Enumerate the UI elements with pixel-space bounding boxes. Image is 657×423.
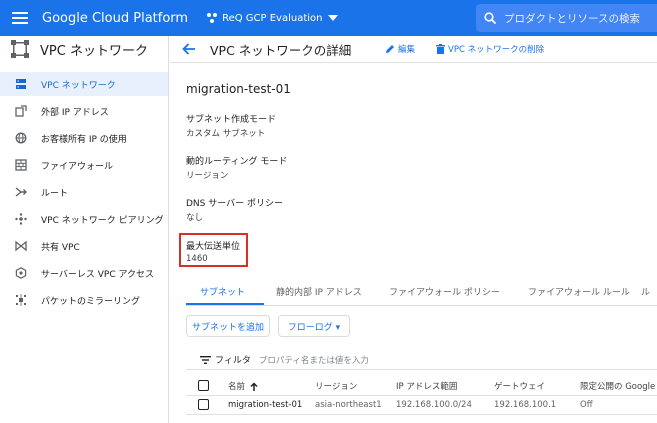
sidebar-item-label: VPC ネットワーク ピアリング <box>41 215 164 226</box>
sidebar-item-firewall[interactable]: ファイアウォール <box>0 153 168 177</box>
sidebar-item-packet-mirroring[interactable]: パケットのミラーリング <box>0 288 168 312</box>
dns-policy-label: DNS サーバー ポリシー <box>186 199 284 209</box>
sidebar-item-label: サーバーレス VPC アクセス <box>41 269 155 280</box>
packet-mirroring-icon <box>14 293 28 307</box>
sidebar-header: VPC ネットワーク <box>0 36 168 62</box>
search-icon <box>484 12 496 24</box>
project-name: ReQ GCP Evaluation <box>222 12 323 24</box>
shared-vpc-icon <box>14 239 28 253</box>
page-header: VPC ネットワークの詳細 編集 VPC ネットワークの削除 <box>170 36 657 62</box>
delete-vpc-button[interactable]: VPC ネットワークの削除 <box>436 43 544 55</box>
dropdown-arrow-icon <box>328 15 339 21</box>
sidebar: VPC ネットワーク VPC ネットワーク 外部 IP アドレス お客様所有 I… <box>0 36 169 423</box>
vpc-product-icon <box>11 40 29 58</box>
subnet-private-access: Off <box>580 400 593 410</box>
active-tab-indicator <box>186 303 264 305</box>
col-header-ip-range[interactable]: IP アドレス範囲 <box>396 380 457 392</box>
detail-tabs: サブネット 静的内部 IP アドレス ファイアウォール ポリシー ファイアウォー… <box>186 280 657 306</box>
subnet-gateway: 192.168.100.1 <box>494 400 557 410</box>
subnet-name-link[interactable]: migration-test-01 <box>228 400 302 410</box>
serverless-icon <box>14 266 28 280</box>
route-icon <box>14 185 28 199</box>
sidebar-item-byoip[interactable]: お客様所有 IP の使用 <box>0 126 168 150</box>
sidebar-item-label: VPC ネットワーク <box>41 80 116 91</box>
trash-icon <box>436 44 445 54</box>
peering-icon <box>14 212 28 226</box>
filter-bar[interactable]: フィルタ プロパティ名または値を入力 <box>200 353 369 366</box>
subnet-ip-range: 192.168.100.0/24 <box>396 400 472 410</box>
search-placeholder: プロダクトとリソースの検索 <box>504 12 640 25</box>
table-row-divider <box>186 414 657 415</box>
sidebar-item-label: パケットのミラーリング <box>41 296 141 307</box>
filter-placeholder: プロパティ名または値を入力 <box>258 355 369 366</box>
sidebar-item-routes[interactable]: ルート <box>0 180 168 204</box>
filter-icon <box>200 355 211 364</box>
sidebar-item-label: お客様所有 IP の使用 <box>41 134 127 145</box>
routing-mode-value: リージョン <box>186 171 229 181</box>
add-subnet-button[interactable]: サブネットを追加 <box>186 315 270 337</box>
tab-firewall-policies[interactable]: ファイアウォール ポリシー <box>389 285 500 298</box>
menu-icon <box>12 12 28 24</box>
subnet-mode-label: サブネット作成モード <box>186 115 277 125</box>
filter-label: フィルタ <box>215 356 251 366</box>
page-title: VPC ネットワークの詳細 <box>210 42 352 58</box>
sidebar-item-label: 外部 IP アドレス <box>41 107 109 118</box>
firewall-icon <box>14 158 28 172</box>
col-header-name-label: 名前 <box>228 382 246 392</box>
routing-mode-label: 動的ルーティング モード <box>186 157 288 167</box>
table-header-divider <box>186 395 657 396</box>
vpc-network-icon <box>14 77 28 91</box>
mtu-highlight-box <box>179 233 248 267</box>
col-header-region[interactable]: リージョン <box>315 380 357 392</box>
external-ip-icon <box>14 104 28 118</box>
search-bar[interactable]: プロダクトとリソースの検索 <box>476 4 657 32</box>
header-divider <box>170 62 657 63</box>
subnet-region: asia-northeast1 <box>315 400 382 410</box>
edit-label: 編集 <box>398 45 416 55</box>
brand-title[interactable]: Google Cloud Platform <box>42 11 188 26</box>
dns-policy-value: なし <box>186 213 204 223</box>
sort-arrow-up-icon <box>250 381 258 391</box>
select-all-checkbox[interactable] <box>198 380 209 391</box>
sidebar-item-label: ルート <box>41 188 69 199</box>
delete-label: VPC ネットワークの削除 <box>448 45 545 55</box>
sidebar-item-shared-vpc[interactable]: 共有 VPC <box>0 234 168 258</box>
tab-static-internal-ip[interactable]: 静的内部 IP アドレス <box>276 285 362 298</box>
byoip-icon <box>14 131 28 145</box>
tab-subnets[interactable]: サブネット <box>200 285 245 298</box>
sidebar-item-peering[interactable]: VPC ネットワーク ピアリング <box>0 207 168 231</box>
sidebar-item-external-ip[interactable]: 外部 IP アドレス <box>0 99 168 123</box>
hamburger-menu-button[interactable] <box>0 0 40 36</box>
network-name: migration-test-01 <box>186 82 291 96</box>
col-header-private-google-access[interactable]: 限定公開の Google ア <box>580 380 657 392</box>
subnet-mode-value: カスタム サブネット <box>186 129 266 139</box>
sidebar-item-serverless-vpc-access[interactable]: サーバーレス VPC アクセス <box>0 261 168 285</box>
sidebar-item-label: 共有 VPC <box>41 242 80 253</box>
back-arrow-icon[interactable] <box>182 42 196 56</box>
edit-button[interactable]: 編集 <box>385 43 415 55</box>
col-header-name[interactable]: 名前 <box>228 380 258 392</box>
project-icon <box>207 13 218 23</box>
pencil-icon <box>386 45 394 53</box>
project-selector[interactable]: ReQ GCP Evaluation <box>206 12 342 24</box>
flow-logs-button[interactable]: フローログ ▾ <box>278 315 350 337</box>
filter-divider <box>186 369 657 370</box>
sidebar-item-vpc-network[interactable]: VPC ネットワーク <box>0 72 168 96</box>
sidebar-title: VPC ネットワーク <box>40 43 148 59</box>
col-header-gateway[interactable]: ゲートウェイ <box>494 380 545 392</box>
tab-routes[interactable]: ル <box>641 285 650 298</box>
top-app-bar: Google Cloud Platform ReQ GCP Evaluation… <box>0 0 657 36</box>
tab-firewall-rules[interactable]: ファイアウォール ルール <box>528 285 630 298</box>
sidebar-item-label: ファイアウォール <box>41 161 114 172</box>
row-checkbox[interactable] <box>198 399 209 410</box>
